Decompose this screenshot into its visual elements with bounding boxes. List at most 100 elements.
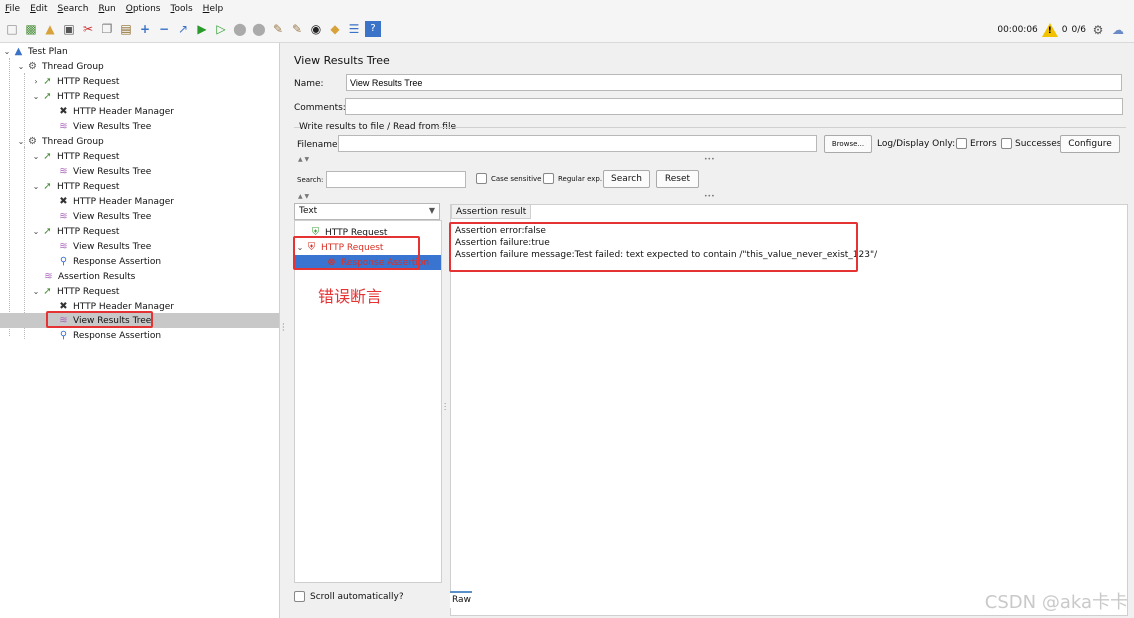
function-helper-icon[interactable]: ☰ bbox=[346, 21, 362, 37]
toolbar: □ ▩ ▲ ▣ ✂ ❐ ▤ + − ↗ ▶ ▷ ⬤ ⬤ ✎ ✎ ◉ ◆ ☰ ? … bbox=[0, 17, 1134, 43]
tree-item[interactable]: › ➚ HTTP Request bbox=[31, 74, 119, 89]
shutdown-icon[interactable]: ⬤ bbox=[251, 21, 267, 37]
templates-icon[interactable]: ▩ bbox=[23, 21, 39, 37]
menu-help[interactable]: Help bbox=[198, 4, 229, 14]
tree-item[interactable]: ⌄ ➚ HTTP Request bbox=[31, 149, 120, 164]
renderer-select[interactable]: Text ▼ bbox=[294, 203, 440, 220]
log-icon[interactable]: ☁ bbox=[1110, 22, 1126, 38]
tree-item[interactable]: ✖ HTTP Header Manager bbox=[47, 104, 174, 119]
filename-label: Filename bbox=[297, 140, 338, 150]
search-input[interactable] bbox=[326, 171, 466, 188]
tree-item[interactable]: ≋ View Results Tree bbox=[47, 119, 151, 134]
listener-icon: ≋ bbox=[59, 241, 68, 252]
assertion-icon: ⚲ bbox=[59, 256, 68, 267]
save-icon[interactable]: ▣ bbox=[61, 21, 77, 37]
tree-item[interactable]: ⌄ ➚ HTTP Request bbox=[31, 224, 120, 239]
filename-field[interactable] bbox=[338, 135, 817, 152]
listener-icon: ≋ bbox=[59, 121, 68, 132]
collapse-icon[interactable]: − bbox=[156, 21, 172, 37]
search-icon[interactable]: ◉ bbox=[308, 21, 324, 37]
tree-item[interactable]: ≋ View Results Tree bbox=[47, 209, 151, 224]
open-icon[interactable]: ▲ bbox=[42, 21, 58, 37]
splitter-handle[interactable]: · · · bbox=[280, 43, 288, 618]
listener-icon: ≋ bbox=[59, 166, 68, 177]
clear-icon[interactable]: ✎ bbox=[270, 21, 286, 37]
menu-edit[interactable]: Edit bbox=[25, 4, 52, 14]
successes-label: Successes bbox=[1015, 139, 1062, 149]
expand-icon[interactable]: + bbox=[137, 21, 153, 37]
sampler-icon: ➚ bbox=[43, 76, 52, 87]
config-icon: ✖ bbox=[59, 106, 68, 117]
thread-count: 0/6 bbox=[1071, 25, 1086, 35]
tree-item[interactable]: ≋ View Results Tree bbox=[47, 239, 151, 254]
search-button[interactable]: Search bbox=[603, 170, 650, 188]
search-label: Search: bbox=[297, 176, 324, 184]
tree-item[interactable]: ⌄ ▲ Test Plan bbox=[2, 44, 68, 59]
name-label: Name: bbox=[294, 79, 324, 89]
listener-icon: ≋ bbox=[59, 211, 68, 222]
collapse-bar[interactable]: ▲ ▼ ••• bbox=[294, 156, 1128, 164]
scroll-auto-row: Scroll automatically? bbox=[294, 591, 404, 602]
tree-item[interactable]: ⚲ Response Assertion bbox=[47, 328, 161, 343]
clear-all-icon[interactable]: ✎ bbox=[289, 21, 305, 37]
menu-options[interactable]: Options bbox=[121, 4, 166, 14]
stop-icon[interactable]: ⬤ bbox=[232, 21, 248, 37]
tree-item[interactable]: ⌄ ➚ HTTP Request bbox=[31, 179, 120, 194]
regular-exp-checkbox[interactable] bbox=[543, 173, 554, 184]
tab-raw[interactable]: Raw bbox=[450, 591, 472, 608]
copy-icon[interactable]: ❐ bbox=[99, 21, 115, 37]
results-tree: ⛨ HTTP Request ⌄ ⛨ HTTP Request ⊗ Response A… bbox=[293, 220, 442, 583]
tree-item[interactable]: ⌄ ⚙ Thread Group bbox=[16, 59, 104, 74]
highlight-box-tree bbox=[46, 311, 153, 328]
watermark: CSDN @aka卡卡 bbox=[984, 592, 1128, 613]
case-sensitive-checkbox[interactable] bbox=[476, 173, 487, 184]
assertion-icon: ⚲ bbox=[59, 330, 68, 341]
regular-exp-label: Regular exp. bbox=[558, 175, 603, 183]
tree-item[interactable]: ⌄ ➚ HTTP Request bbox=[31, 284, 120, 299]
paste-icon[interactable]: ▤ bbox=[118, 21, 134, 37]
tree-item[interactable]: ≋ Assertion Results bbox=[32, 269, 135, 284]
file-group-title: Write results to file / Read from file bbox=[299, 122, 456, 132]
tree-item[interactable]: ≋ View Results Tree bbox=[47, 164, 151, 179]
menu-run[interactable]: Run bbox=[93, 4, 120, 14]
tree-item[interactable]: ⌄ ➚ HTTP Request bbox=[31, 89, 120, 104]
collapse-bar[interactable]: ▲ ▼ ••• bbox=[294, 193, 1128, 201]
sampler-icon: ➚ bbox=[43, 181, 52, 192]
view-results-tree-panel: View Results Tree Name: Comments: Write … bbox=[288, 43, 1134, 618]
scroll-auto-label: Scroll automatically? bbox=[310, 591, 404, 602]
remote-icon[interactable]: ⚙ bbox=[1090, 22, 1106, 38]
tree-item[interactable]: ✖ HTTP Header Manager bbox=[47, 194, 174, 209]
menu-search[interactable]: Search bbox=[53, 4, 94, 14]
menu-file[interactable]: File bbox=[0, 4, 25, 14]
scroll-auto-checkbox[interactable] bbox=[294, 591, 305, 602]
start-no-pause-icon[interactable]: ▷ bbox=[213, 21, 229, 37]
sampler-icon: ➚ bbox=[43, 91, 52, 102]
warning-icon[interactable]: ! bbox=[1041, 23, 1058, 37]
menu-tools[interactable]: Tools bbox=[165, 4, 197, 14]
new-icon[interactable]: □ bbox=[4, 21, 20, 37]
comments-field[interactable] bbox=[345, 98, 1123, 115]
warning-count: 0 bbox=[1061, 25, 1068, 35]
toggle-icon[interactable]: ↗ bbox=[175, 21, 191, 37]
detail-pane: Assertion result Assertion error:false A… bbox=[449, 204, 1128, 616]
highlight-box-detail bbox=[449, 222, 858, 272]
browse-button[interactable]: Browse... bbox=[824, 135, 872, 153]
tree-item[interactable]: ⚲ Response Assertion bbox=[47, 254, 161, 269]
configure-button[interactable]: Configure bbox=[1060, 135, 1120, 153]
reset-search-icon[interactable]: ◆ bbox=[327, 21, 343, 37]
reset-button[interactable]: Reset bbox=[656, 170, 699, 188]
test-plan-tree: ⌄ ▲ Test Plan ⌄ ⚙ Thread Group › ➚ HTTP Reques… bbox=[0, 43, 280, 618]
sampler-icon: ➚ bbox=[43, 151, 52, 162]
name-field[interactable] bbox=[346, 74, 1122, 91]
tab-assertion-result[interactable]: Assertion result bbox=[451, 204, 532, 219]
successes-checkbox[interactable] bbox=[1001, 138, 1012, 149]
cut-icon[interactable]: ✂ bbox=[80, 21, 96, 37]
sampler-icon: ➚ bbox=[43, 226, 52, 237]
tree-item[interactable]: ⌄ ⚙ Thread Group bbox=[16, 134, 104, 149]
annotation-text: 错误断言 bbox=[318, 287, 383, 306]
start-icon[interactable]: ▶ bbox=[194, 21, 210, 37]
page-title: View Results Tree bbox=[294, 54, 390, 67]
help-icon[interactable]: ? bbox=[365, 21, 381, 37]
menu-bar: File Edit Search Run Options Tools Help bbox=[0, 0, 1134, 17]
errors-checkbox[interactable] bbox=[956, 138, 967, 149]
